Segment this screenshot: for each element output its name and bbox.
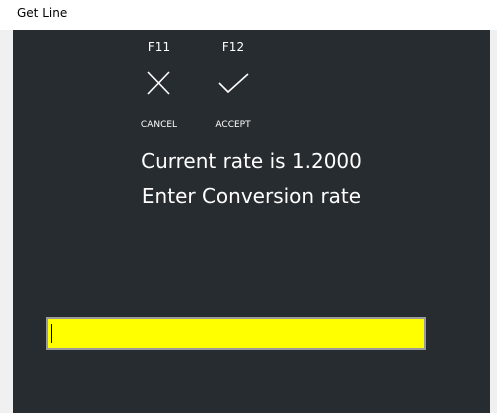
title-bar: Get Line: [0, 0, 497, 30]
text-caret: [51, 324, 52, 343]
conversion-rate-input[interactable]: [46, 317, 426, 350]
get-line-window: Get Line F11 CANCEL F12 ACCEPT Current r…: [0, 0, 497, 413]
dialog-body: F11 CANCEL F12 ACCEPT Current rate is 1.…: [13, 30, 490, 413]
close-icon[interactable]: [129, 68, 189, 98]
enter-rate-prompt: Enter Conversion rate: [141, 184, 362, 208]
current-rate-text: Current rate is 1.2000: [141, 149, 362, 173]
cancel-button[interactable]: CANCEL: [129, 119, 189, 131]
f12-key-label: F12: [221, 40, 245, 54]
accept-button[interactable]: ACCEPT: [203, 119, 263, 131]
f11-key-label: F11: [147, 40, 171, 54]
check-icon[interactable]: [203, 68, 263, 98]
window-title: Get Line: [17, 6, 68, 20]
